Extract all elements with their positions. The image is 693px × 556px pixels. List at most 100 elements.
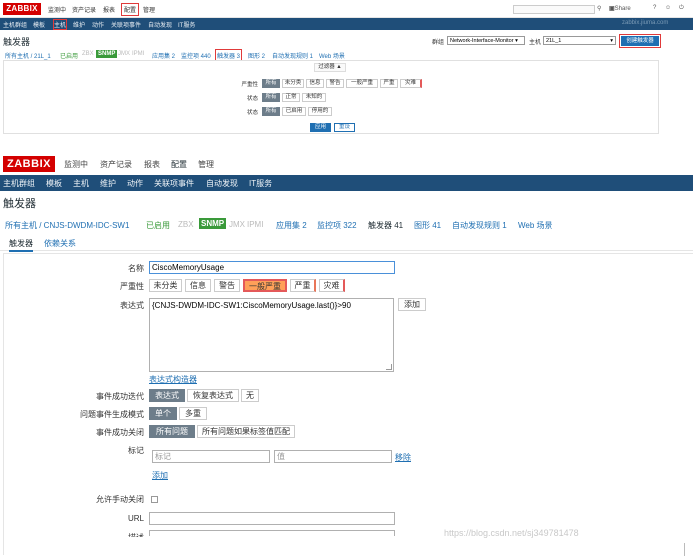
submenu-it-services[interactable]: IT服务 [178,20,195,29]
status-enabled[interactable]: 已启用 [60,51,78,60]
tag-value-input[interactable]: 值 [274,450,392,463]
breadcrumb-all-hosts[interactable]: 所有主机 / CNJS-DWDM-IDC-SW1 [5,220,129,231]
submenu-actions[interactable]: 动作 [92,20,104,29]
expression-label: 表达式 [120,301,144,310]
search-input[interactable] [513,5,595,14]
submenu-hosts[interactable]: 主机 [52,19,68,30]
severity-not-classified[interactable]: 未分类 [149,279,182,292]
menu-inventory[interactable]: 资产记录 [100,159,132,170]
breadcrumb-all-hosts[interactable]: 所有主机 / 21L_1 [5,51,51,60]
user-icon[interactable]: ☺ [665,5,671,11]
expression-textarea[interactable]: {CNJS-DWDM-IDC-SW1:CiscoMemoryUsage.last… [149,298,394,372]
breadcrumb-items[interactable]: 监控项 322 [317,220,357,231]
submenu-templates[interactable]: 模板 [33,20,45,29]
filter-severity-high[interactable]: 严重 [380,79,398,88]
filter-severity-info[interactable]: 信息 [306,79,324,88]
ok-close-tag-match[interactable]: 所有问题如果标签值匹配 [197,425,295,438]
add-expression-button[interactable]: 添加 [398,298,426,311]
search-icon[interactable]: ⚲ [597,5,601,12]
filter-severity-warning[interactable]: 警告 [326,79,344,88]
severity-high[interactable]: 严重 [290,279,316,292]
menu-reports[interactable]: 报表 [103,5,115,14]
filter-severity-disaster[interactable]: 灾难 [400,79,422,88]
remove-tag-link[interactable]: 移除 [395,452,411,463]
create-trigger-button[interactable]: 创建触发器 [619,34,661,48]
group-select[interactable]: Network-Interface-Monitor ▾ [447,36,525,45]
menu-monitoring[interactable]: 监测中 [48,5,66,14]
menu-administration[interactable]: 管理 [198,159,214,170]
filter-status-enabled[interactable]: 已启用 [282,107,306,116]
breadcrumb-discovery[interactable]: 自动发现规则 1 [272,51,313,60]
filter-severity-all[interactable]: 所有 [262,79,280,88]
submenu-host-groups[interactable]: 主机群组 [3,178,35,189]
breadcrumb-items[interactable]: 监控项 440 [181,51,211,60]
add-tag-link[interactable]: 添加 [152,470,168,481]
submenu-discovery[interactable]: 自动发现 [206,178,238,189]
severity-warning[interactable]: 警告 [214,279,240,292]
breadcrumb-graphs[interactable]: 图形 41 [414,220,441,231]
menu-configuration[interactable]: 配置 [120,3,140,16]
filter-state-label: 状态 [246,96,258,102]
ok-close-all-problems[interactable]: 所有问题 [149,425,195,438]
resize-handle[interactable] [386,364,392,370]
problem-mode-single[interactable]: 单个 [149,407,177,420]
status-enabled[interactable]: 已启用 [146,220,170,231]
manual-close-checkbox[interactable] [151,496,158,503]
submenu-it-services[interactable]: IT服务 [249,178,272,189]
submenu-maintenance[interactable]: 维护 [100,178,116,189]
filter-state-all[interactable]: 所有 [262,93,280,102]
menu-reports[interactable]: 报表 [144,159,160,170]
filter-status-all[interactable]: 所有 [262,107,280,116]
expression-builder-link[interactable]: 表达式构造器 [149,374,197,385]
filter-tab[interactable]: 过滤器 ▲ [314,63,346,72]
share-button[interactable]: ▣Share [609,5,631,12]
breadcrumb-applications[interactable]: 应用集 2 [152,51,175,60]
breadcrumb-triggers[interactable]: 触发器 3 [214,49,243,62]
filter-reset-button[interactable]: 重设 [334,123,355,132]
watermark: https://blog.csdn.net/sj349781478 [444,528,579,538]
menu-inventory[interactable]: 资产记录 [72,5,96,14]
url-input[interactable] [149,512,395,525]
menu-administration[interactable]: 管理 [143,5,155,14]
breadcrumb-discovery[interactable]: 自动发现规则 1 [452,220,507,231]
tab-trigger[interactable]: 触发器 [9,238,33,252]
submenu-correlation[interactable]: 关联项事件 [111,20,141,29]
tab-dependencies[interactable]: 依赖关系 [44,238,76,249]
filter-severity-average[interactable]: 一般严重 [346,79,378,88]
submenu-templates[interactable]: 模板 [46,178,62,189]
name-input[interactable]: CiscoMemoryUsage [149,261,395,274]
severity-average[interactable]: 一般严重 [243,279,287,292]
submenu-hosts[interactable]: 主机 [73,178,89,189]
description-textarea[interactable] [149,530,395,536]
breadcrumb-graphs[interactable]: 图形 2 [248,51,265,60]
submenu-host-groups[interactable]: 主机群组 [3,20,27,29]
breadcrumb-triggers[interactable]: 触发器 41 [368,220,403,231]
problem-mode-multiple[interactable]: 多重 [179,407,207,420]
zabbix-logo[interactable]: ZABBIX [3,156,55,172]
menu-monitoring[interactable]: 监测中 [64,159,88,170]
submenu-maintenance[interactable]: 维护 [73,20,85,29]
menu-configuration[interactable]: 配置 [171,159,187,170]
ok-event-expression[interactable]: 表达式 [149,389,185,402]
breadcrumb-web[interactable]: Web 场景 [319,51,345,60]
submenu-correlation[interactable]: 关联项事件 [154,178,194,189]
breadcrumb-applications[interactable]: 应用集 2 [276,220,307,231]
power-icon[interactable]: ⏻ [679,5,684,12]
help-icon[interactable]: ? [653,5,656,11]
breadcrumb-web[interactable]: Web 场景 [518,220,553,231]
filter-state-normal[interactable]: 正常 [282,93,300,102]
ok-event-recovery-expression[interactable]: 恢复表达式 [187,389,239,402]
filter-severity-not-classified[interactable]: 未分类 [282,79,304,88]
ok-event-none[interactable]: 无 [241,389,259,402]
bottom-screenshot: ZABBIX 监测中 资产记录 报表 配置 管理 主机群组 模板 主机 维护 动… [0,150,693,556]
submenu-actions[interactable]: 动作 [127,178,143,189]
filter-status-disabled[interactable]: 停用的 [308,107,332,116]
filter-apply-button[interactable]: 应用 [310,123,331,132]
filter-state-unknown[interactable]: 未知的 [302,93,326,102]
tag-name-input[interactable]: 标记 [152,450,270,463]
host-select[interactable]: 21L_1 ▾ [543,36,616,45]
severity-information[interactable]: 信息 [185,279,211,292]
severity-disaster[interactable]: 灾难 [319,279,345,292]
submenu-discovery[interactable]: 自动发现 [148,20,172,29]
zabbix-logo[interactable]: ZABBIX [3,3,41,15]
